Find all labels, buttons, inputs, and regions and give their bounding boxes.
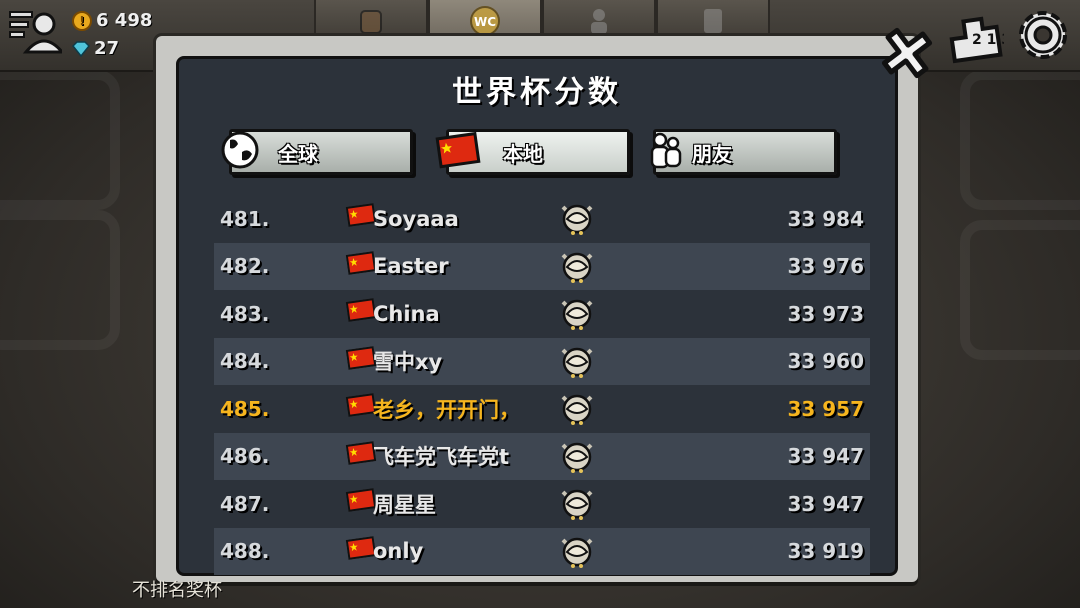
leaderboard-list: 481. Soyaaa 33 984 482. Easter 33 976 483. Chin… <box>214 195 870 575</box>
tab-global[interactable]: 全球 <box>221 129 413 175</box>
globe-icon <box>221 131 259 169</box>
leaderboard-row[interactable]: 488. only 33 919 <box>214 527 870 575</box>
row-rank: 482. <box>220 254 270 279</box>
row-rank: 485. <box>220 396 270 421</box>
team-icon <box>591 9 607 34</box>
friends-icon <box>650 132 682 169</box>
row-player-name: Easter <box>373 254 449 279</box>
row-player-name: 雪中xy <box>373 350 443 375</box>
panel-content: 世界杯分数 全球 本地 朋友 481. Soyaaa 33 984 482. E… <box>176 56 898 576</box>
bg-decor <box>960 220 1080 360</box>
leaderboard-panel: 世界杯分数 全球 本地 朋友 481. Soyaaa 33 984 482. E… <box>156 36 918 582</box>
row-player-name: 老乡，开开门， <box>373 397 520 422</box>
row-rank: 486. <box>220 444 270 469</box>
row-rank: 484. <box>220 349 270 374</box>
rank-badge-icon <box>561 537 593 568</box>
panel-title: 世界杯分数 <box>452 75 622 110</box>
tab-team[interactable] <box>542 0 656 40</box>
row-player-name: 飞车党飞车党t <box>373 445 510 470</box>
row-score: 33 957 <box>787 396 864 421</box>
china-flag-icon <box>435 131 481 169</box>
footer-label: 不排名奖杯 <box>132 580 222 601</box>
row-player-name: China <box>373 301 440 326</box>
bg-decor <box>960 70 1080 210</box>
row-score: 33 984 <box>787 206 864 231</box>
china-flag-icon <box>345 250 377 275</box>
world-cup-icon: WC <box>470 6 500 36</box>
china-flag-icon <box>345 298 377 322</box>
tab-local[interactable]: 本地 <box>435 129 630 175</box>
close-icon[interactable] <box>872 18 942 88</box>
rank-badge-icon <box>561 347 593 378</box>
tab-local-label: 本地 <box>503 141 543 166</box>
leaderboard-row[interactable]: 485. 老乡，开开门， 33 957 <box>214 385 870 433</box>
row-rank: 481. <box>220 206 270 231</box>
leaderboard-row[interactable]: 486. 飞车党飞车党t 33 947 <box>214 432 870 480</box>
rank-badge-icon <box>561 442 593 473</box>
world-cup-label: WC <box>474 15 496 29</box>
tab-friends[interactable]: 朋友 <box>650 129 837 175</box>
gem-counter: 27 <box>72 38 119 59</box>
leaderboard-row[interactable]: 484. 雪中xy 33 960 <box>214 337 870 385</box>
coin-value: 6 498 <box>96 10 153 31</box>
rank-badge-icon <box>561 252 593 283</box>
row-score: 33 973 <box>787 301 864 326</box>
svg-text:2 1 3: 2 1 3 <box>972 32 1004 48</box>
row-score: 33 976 <box>787 254 864 279</box>
row-score: 33 947 <box>787 444 864 469</box>
china-flag-icon <box>345 488 377 512</box>
leaderboard-row[interactable]: 482. Easter 33 976 <box>214 242 870 290</box>
tab-friends-label: 朋友 <box>692 141 732 166</box>
backpack-icon <box>360 10 382 34</box>
settings-gear-icon[interactable] <box>1014 6 1072 64</box>
coin-counter: ! 6 498 <box>72 10 152 31</box>
bg-decor <box>0 70 120 210</box>
row-rank: 483. <box>220 301 270 326</box>
china-flag-icon <box>345 203 377 227</box>
row-player-name: 周星星 <box>373 492 436 517</box>
gem-value: 27 <box>94 38 120 59</box>
china-flag-icon <box>345 393 377 417</box>
tab-global-label: 全球 <box>278 141 318 166</box>
rank-badge-icon <box>561 204 593 235</box>
coin-icon: ! <box>72 10 92 31</box>
row-score: 33 960 <box>787 349 864 374</box>
rank-badge-icon <box>561 394 593 425</box>
chess-icon <box>704 9 722 33</box>
row-score: 33 947 <box>787 491 864 516</box>
rank-badge-icon <box>561 489 593 520</box>
row-player-name: Soyaaa <box>373 206 459 231</box>
rank-badge-icon <box>561 299 593 330</box>
row-player-name: only <box>373 539 424 564</box>
leaderboard-row[interactable]: 481. Soyaaa 33 984 <box>214 195 870 243</box>
tab-chess[interactable] <box>656 0 770 40</box>
row-rank: 487. <box>220 491 270 516</box>
china-flag-icon <box>345 535 377 560</box>
leaderboard-row[interactable]: 487. 周星星 33 947 <box>214 480 870 528</box>
gem-icon <box>72 40 90 57</box>
profile-icon[interactable] <box>8 8 62 56</box>
china-flag-icon <box>345 440 377 465</box>
tab-inventory[interactable] <box>314 0 428 40</box>
china-flag-icon <box>345 345 377 370</box>
row-score: 33 919 <box>787 539 864 564</box>
row-rank: 488. <box>220 539 270 564</box>
leaderboard-podium-icon[interactable]: 2 1 3 <box>946 6 1004 64</box>
bg-decor <box>0 210 120 350</box>
leaderboard-row[interactable]: 483. China 33 973 <box>214 290 870 338</box>
